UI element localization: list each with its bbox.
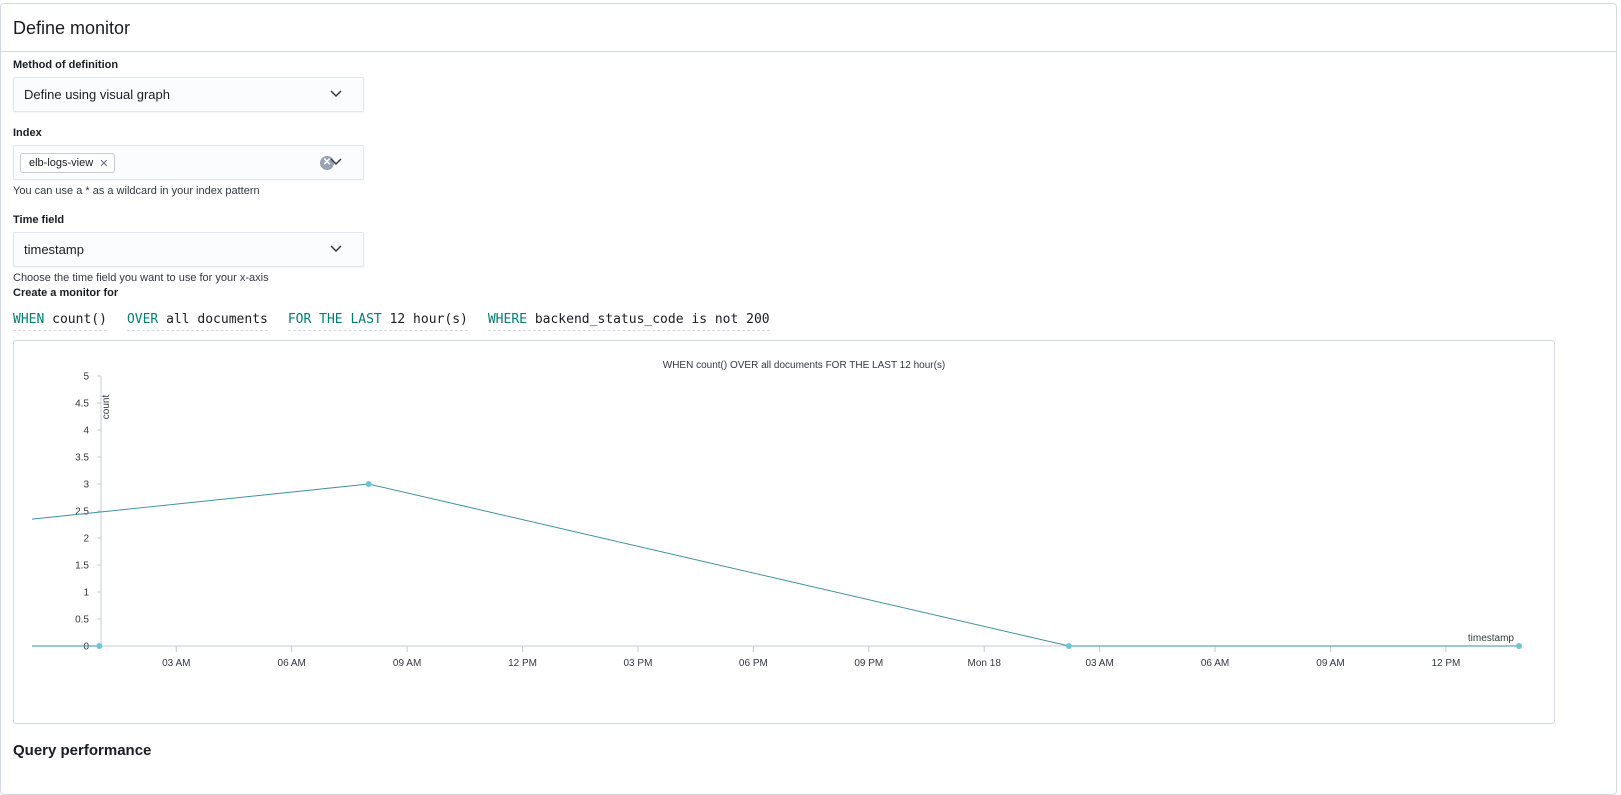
- for-the-last-expression[interactable]: FOR THE LAST 12 hour(s): [287, 312, 468, 331]
- when-expression[interactable]: WHEN count(): [13, 312, 107, 331]
- y-tick-label: 2.5: [75, 507, 89, 518]
- y-tick-label: 3.5: [75, 453, 89, 464]
- x-tick-label: 03 AM: [162, 658, 190, 669]
- time-field-select[interactable]: timestamp: [13, 232, 364, 267]
- method-value: Define using visual graph: [24, 87, 170, 102]
- chevron-down-icon: [330, 90, 342, 98]
- where-expression[interactable]: WHERE backend_status_code is not 200: [487, 312, 770, 331]
- y-tick-label: 4.5: [75, 399, 89, 410]
- data-point[interactable]: [1065, 643, 1072, 649]
- data-point[interactable]: [1516, 643, 1522, 649]
- series-line-1: [31, 483, 1519, 647]
- monitor-for-label: Create a monitor for: [13, 287, 119, 299]
- close-icon[interactable]: ✕: [99, 157, 108, 170]
- chevron-down-icon[interactable]: [330, 158, 342, 166]
- when-keyword: WHEN: [13, 312, 45, 327]
- query-performance-title: Query performance: [13, 742, 152, 759]
- chart-container: WHEN count() OVER all documents FOR THE …: [13, 340, 1555, 724]
- y-tick-label: 1: [83, 588, 89, 599]
- y-tick-label: 0: [83, 642, 89, 653]
- where-value: backend_status_code is not 200: [534, 312, 770, 327]
- x-tick-label: 09 AM: [1316, 658, 1344, 669]
- panel-title: Define monitor: [13, 18, 131, 38]
- over-keyword: OVER: [126, 312, 159, 327]
- index-label: Index: [13, 127, 42, 139]
- define-monitor-panel: Define monitor Method of definition Defi…: [0, 3, 1617, 795]
- data-point[interactable]: [96, 643, 103, 649]
- x-tick-label: 12 PM: [508, 658, 537, 669]
- chart-title: WHEN count() OVER all documents FOR THE …: [663, 360, 946, 371]
- expression-row: WHEN count() OVER all documents FOR THE …: [13, 312, 790, 331]
- y-tick-label: 4: [83, 426, 89, 437]
- chevron-down-icon: [330, 245, 342, 253]
- index-help: You can use a * as a wildcard in your in…: [13, 185, 260, 197]
- over-expression[interactable]: OVER all documents: [126, 312, 268, 331]
- y-axis-label: count: [101, 395, 112, 420]
- x-tick-label: 06 AM: [278, 658, 306, 669]
- for-the-last-value: 12 hour(s): [389, 312, 468, 327]
- x-tick-label: 06 AM: [1201, 658, 1229, 669]
- where-keyword: WHERE: [487, 312, 527, 327]
- over-value: all documents: [166, 312, 268, 327]
- y-tick-label: 5: [83, 372, 89, 383]
- count-line-chart: WHEN count() OVER all documents FOR THE …: [31, 360, 1522, 669]
- for-the-last-keyword: FOR THE LAST: [287, 312, 382, 327]
- x-tick-label: 09 AM: [393, 658, 421, 669]
- index-pill-label: elb-logs-view: [29, 157, 94, 169]
- x-tick-label: 03 PM: [624, 658, 653, 669]
- index-pill: elb-logs-view ✕: [20, 153, 116, 173]
- time-field-label: Time field: [13, 214, 65, 226]
- time-field-help: Choose the time field you want to use fo…: [13, 272, 269, 284]
- x-tick-label: 03 AM: [1085, 658, 1113, 669]
- y-tick-label: 3: [83, 480, 89, 491]
- data-point[interactable]: [365, 481, 372, 487]
- method-select[interactable]: Define using visual graph: [13, 77, 364, 112]
- y-tick-label: 2: [83, 534, 89, 545]
- x-tick-label: 09 PM: [854, 658, 883, 669]
- y-tick-label: 1.5: [75, 561, 89, 572]
- time-field-value: timestamp: [24, 242, 84, 257]
- y-tick-label: 0.5: [75, 615, 89, 626]
- x-tick-label: 06 PM: [739, 658, 768, 669]
- when-value: count(): [52, 312, 107, 327]
- x-tick-label: 12 PM: [1431, 658, 1460, 669]
- index-combobox[interactable]: elb-logs-view ✕ ✕: [13, 145, 364, 180]
- method-label: Method of definition: [13, 59, 119, 71]
- panel-header: Define monitor: [1, 4, 1616, 52]
- x-axis-label: timestamp: [1468, 633, 1515, 644]
- x-tick-label: Mon 18: [968, 658, 1002, 669]
